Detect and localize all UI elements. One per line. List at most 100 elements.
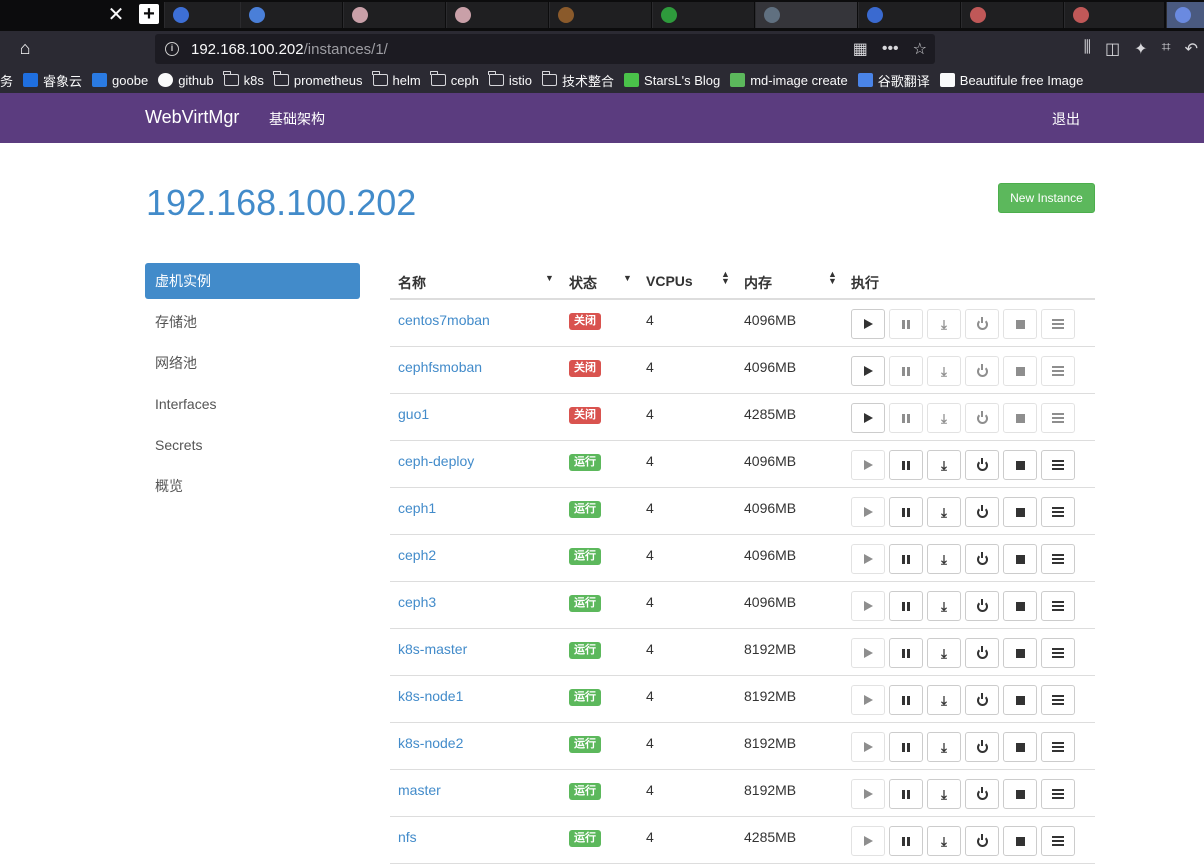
instance-name-link[interactable]: ceph1 <box>398 500 436 516</box>
sidebar-item[interactable]: 虚机实例 <box>145 263 360 299</box>
sidebar-icon[interactable]: ◫ <box>1105 39 1120 59</box>
instance-name-link[interactable]: ceph2 <box>398 547 436 563</box>
instance-name-link[interactable]: cephfsmoban <box>398 359 482 375</box>
start-button[interactable] <box>851 497 885 527</box>
force-off-button[interactable] <box>1003 591 1037 621</box>
bookmark-star-icon[interactable]: ☆ <box>913 39 927 59</box>
force-off-button[interactable] <box>1003 309 1037 339</box>
logout-link[interactable]: 退出 <box>1052 109 1080 129</box>
suspend-button[interactable] <box>889 356 923 386</box>
instance-name-link[interactable]: k8s-node1 <box>398 688 463 704</box>
bookmark-item[interactable]: 睿象云 <box>23 71 82 90</box>
brand-link[interactable]: WebVirtMgr <box>145 107 239 128</box>
header-memory[interactable]: 内存 <box>744 273 772 293</box>
save-button[interactable]: ⤓ <box>927 732 961 762</box>
start-button[interactable] <box>851 450 885 480</box>
bookmark-item[interactable]: ceph <box>430 71 479 88</box>
start-button[interactable] <box>851 826 885 856</box>
shutdown-button[interactable] <box>965 685 999 715</box>
console-button[interactable] <box>1041 403 1075 433</box>
library-icon[interactable]: ⫼ <box>1084 39 1091 59</box>
bookmark-item[interactable]: 技术整合 <box>541 71 614 90</box>
bookmark-item[interactable]: Beautifule free Image <box>939 73 1083 88</box>
instance-name-link[interactable]: nfs <box>398 829 417 845</box>
suspend-button[interactable] <box>889 403 923 433</box>
instance-name-link[interactable]: ceph3 <box>398 594 436 610</box>
bookmark-item[interactable]: md-image create <box>730 73 848 88</box>
suspend-button[interactable] <box>889 591 923 621</box>
browser-tab[interactable] <box>961 2 1063 28</box>
suspend-button[interactable] <box>889 732 923 762</box>
force-off-button[interactable] <box>1003 544 1037 574</box>
force-off-button[interactable] <box>1003 638 1037 668</box>
shutdown-button[interactable] <box>965 497 999 527</box>
save-button[interactable]: ⤓ <box>927 779 961 809</box>
shutdown-button[interactable] <box>965 309 999 339</box>
new-instance-button[interactable]: New Instance <box>998 183 1095 213</box>
start-button[interactable] <box>851 403 885 433</box>
instance-name-link[interactable]: master <box>398 782 441 798</box>
suspend-button[interactable] <box>889 450 923 480</box>
sidebar-item[interactable]: 概览 <box>145 468 360 504</box>
console-button[interactable] <box>1041 826 1075 856</box>
sort-both-icon[interactable]: ▲ ▼ <box>828 270 837 286</box>
bookmark-item[interactable]: goobe <box>92 73 148 88</box>
start-button[interactable] <box>851 544 885 574</box>
nav-infrastructure[interactable]: 基础架构 <box>269 109 325 129</box>
console-button[interactable] <box>1041 544 1075 574</box>
save-button[interactable]: ⤓ <box>927 826 961 856</box>
instance-name-link[interactable]: guo1 <box>398 406 429 422</box>
header-name[interactable]: 名称 <box>398 273 426 293</box>
save-button[interactable]: ⤓ <box>927 450 961 480</box>
browser-tab[interactable] <box>343 2 445 28</box>
force-off-button[interactable] <box>1003 356 1037 386</box>
save-button[interactable]: ⤓ <box>927 685 961 715</box>
save-button[interactable]: ⤓ <box>927 544 961 574</box>
browser-tab[interactable] <box>1166 2 1204 28</box>
shutdown-button[interactable] <box>965 356 999 386</box>
more-icon[interactable]: ••• <box>882 40 899 58</box>
shutdown-button[interactable] <box>965 450 999 480</box>
save-button[interactable]: ⤓ <box>927 403 961 433</box>
console-button[interactable] <box>1041 685 1075 715</box>
browser-tab[interactable] <box>549 2 651 28</box>
console-button[interactable] <box>1041 309 1075 339</box>
suspend-button[interactable] <box>889 638 923 668</box>
sort-down-icon[interactable]: ▼ <box>623 273 632 283</box>
force-off-button[interactable] <box>1003 779 1037 809</box>
bookmark-item[interactable]: istio <box>488 71 532 88</box>
sort-both-icon[interactable]: ▲ ▼ <box>721 270 730 286</box>
instance-name-link[interactable]: centos7moban <box>398 312 490 328</box>
force-off-button[interactable] <box>1003 497 1037 527</box>
force-off-button[interactable] <box>1003 826 1037 856</box>
start-button[interactable] <box>851 685 885 715</box>
crop-icon[interactable]: ⌗ <box>1162 39 1171 59</box>
new-tab-button[interactable]: + <box>139 4 159 24</box>
force-off-button[interactable] <box>1003 450 1037 480</box>
shutdown-button[interactable] <box>965 638 999 668</box>
browser-tab[interactable] <box>652 2 754 28</box>
instance-name-link[interactable]: ceph-deploy <box>398 453 474 469</box>
bookmark-item[interactable]: 务 <box>0 71 13 90</box>
shutdown-button[interactable] <box>965 826 999 856</box>
undo-icon[interactable]: ↶ <box>1185 39 1198 59</box>
suspend-button[interactable] <box>889 826 923 856</box>
info-icon[interactable]: i <box>165 42 179 56</box>
header-status[interactable]: 状态 <box>569 273 597 293</box>
shutdown-button[interactable] <box>965 544 999 574</box>
bookmark-item[interactable]: prometheus <box>273 71 363 88</box>
start-button[interactable] <box>851 309 885 339</box>
bookmark-item[interactable]: StarsL's Blog <box>624 73 720 88</box>
browser-tab[interactable] <box>1064 2 1164 28</box>
console-button[interactable] <box>1041 638 1075 668</box>
instance-name-link[interactable]: k8s-node2 <box>398 735 463 751</box>
start-button[interactable] <box>851 356 885 386</box>
bookmark-item[interactable]: k8s <box>223 71 264 88</box>
force-off-button[interactable] <box>1003 403 1037 433</box>
close-tab-icon[interactable]: ✕ <box>104 4 128 26</box>
url-bar[interactable]: i 192.168.100.202/instances/1/ ▦ ••• ☆ <box>155 34 935 64</box>
start-button[interactable] <box>851 779 885 809</box>
console-button[interactable] <box>1041 732 1075 762</box>
console-button[interactable] <box>1041 497 1075 527</box>
suspend-button[interactable] <box>889 309 923 339</box>
